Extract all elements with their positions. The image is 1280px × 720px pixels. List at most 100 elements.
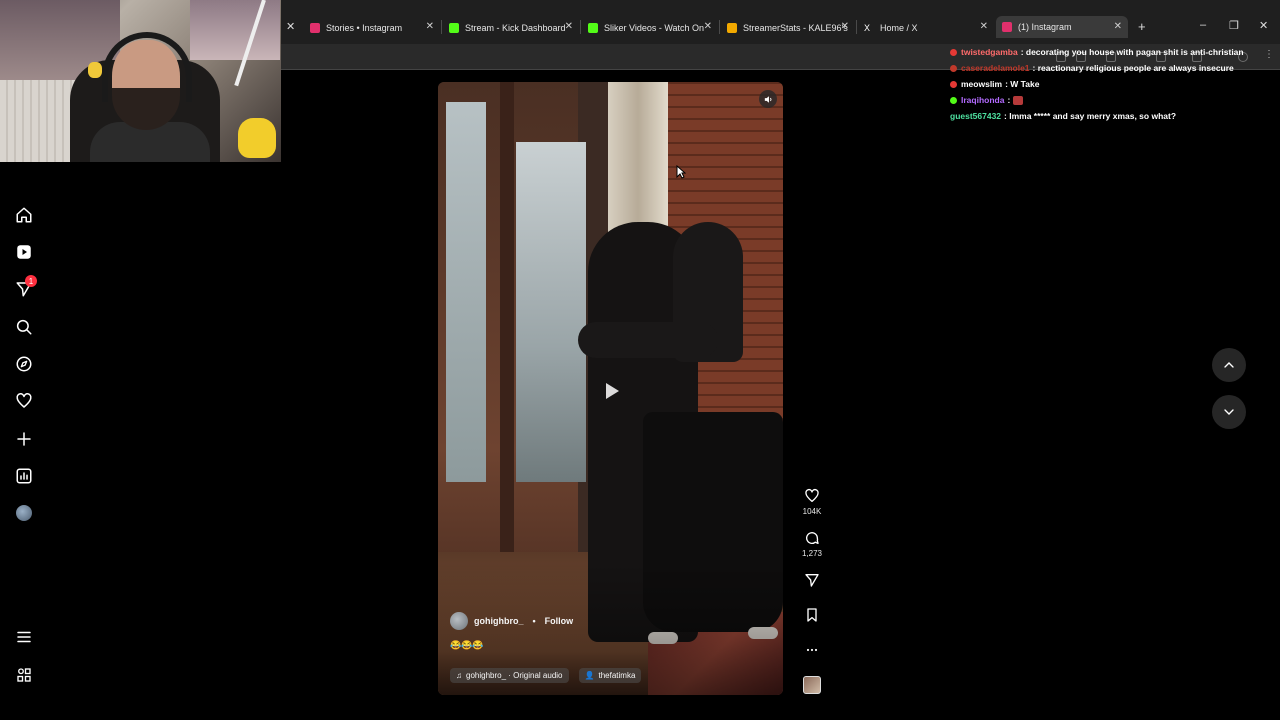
chat-badge-icon <box>950 80 957 88</box>
chat-username: twistedgamba <box>961 47 1018 57</box>
comment-count: 1,273 <box>801 549 823 558</box>
bar-chart-icon <box>727 23 737 33</box>
more-options-action[interactable] <box>800 642 824 661</box>
nav-also-from-meta[interactable] <box>13 664 35 686</box>
nav-create[interactable] <box>13 428 35 450</box>
more-horizontal-icon <box>806 648 818 652</box>
kick-icon <box>588 23 598 33</box>
share-action[interactable] <box>800 572 824 591</box>
close-icon[interactable]: ✕ <box>565 21 573 32</box>
tab-kick-dashboard[interactable]: Stream - Kick Dashboard ✕ <box>449 18 573 38</box>
chat-emote-icon <box>1013 95 1024 105</box>
separator-dot: • <box>532 616 536 626</box>
tab-stories-instagram[interactable]: Stories • Instagram ✕ <box>310 18 434 38</box>
tab-title: (1) Instagram <box>1018 22 1072 32</box>
nav-dashboard[interactable] <box>13 465 35 487</box>
follow-button[interactable]: Follow <box>545 616 574 626</box>
nav-notifications[interactable] <box>13 390 35 412</box>
tagged-user-link[interactable]: 👤 thefatimka <box>578 668 642 683</box>
author-username[interactable]: gohighbro_ <box>474 616 524 626</box>
original-audio-link[interactable]: ♫ gohighbro_ · Original audio <box>450 668 569 683</box>
nav-more-menu[interactable] <box>13 626 35 648</box>
heart-icon <box>16 393 32 408</box>
kick-icon <box>449 23 459 33</box>
tab-title: Home / X <box>880 23 918 33</box>
instagram-icon <box>1002 22 1012 32</box>
chat-message: meowslim : W Take <box>950 76 1270 92</box>
close-icon[interactable]: ✕ <box>426 21 434 32</box>
minimize-icon[interactable]: – <box>1200 19 1206 31</box>
chat-badge-icon <box>950 64 957 72</box>
nav-profile[interactable] <box>13 502 35 524</box>
chat-text: : W Take <box>1005 79 1040 89</box>
instagram-page: 1 gohighbro_ • Follow 😂😂😂 ♫ gohighbro_ ·… <box>0 70 1280 720</box>
speaker-icon <box>764 95 771 103</box>
nav-explore[interactable] <box>13 353 35 375</box>
heart-icon <box>805 488 819 502</box>
instagram-icon <box>310 23 320 33</box>
close-icon[interactable]: ✕ <box>980 21 988 32</box>
reel-meta-row: ♫ gohighbro_ · Original audio 👤 thefatim… <box>450 668 642 683</box>
close-icon[interactable]: ✕ <box>841 21 849 32</box>
play-button[interactable] <box>598 378 624 404</box>
chat-text: : <box>1007 95 1011 105</box>
chat-username: guest567432 <box>950 111 1002 121</box>
search-icon <box>16 319 32 335</box>
chevron-down-icon <box>1224 409 1234 415</box>
reels-icon <box>17 245 31 259</box>
author-avatar[interactable] <box>450 612 468 630</box>
chat-badge-icon <box>950 96 957 104</box>
previous-reel-button[interactable] <box>1212 348 1246 382</box>
share-icon <box>805 574 819 587</box>
close-icon[interactable]: ✕ <box>1114 21 1122 32</box>
nav-search[interactable] <box>13 316 35 338</box>
chat-text: : reactionary religious people are alway… <box>1032 63 1234 73</box>
tab-title: StreamerStats - KALE96's <box>743 23 848 33</box>
mute-toggle-button[interactable] <box>759 90 777 108</box>
x-logo-icon: X <box>864 23 871 33</box>
nav-reels[interactable] <box>13 241 35 263</box>
reel-video[interactable]: gohighbro_ • Follow 😂😂😂 ♫ gohighbro_ · O… <box>438 82 783 695</box>
chat-message: guest567432 : Imma ***** and say merry x… <box>950 108 1270 124</box>
pikachu-plush <box>238 118 276 158</box>
save-action[interactable] <box>800 607 824 626</box>
webcam-overlay <box>0 0 281 162</box>
tab-home-x[interactable]: X Home / X ✕ <box>864 18 988 38</box>
chat-message: caseradelamole1 : reactionary religious … <box>950 60 1270 76</box>
chat-username: Iraqihonda <box>961 95 1005 105</box>
chevron-up-icon <box>1224 362 1234 368</box>
tab-title: Stories • Instagram <box>326 23 403 33</box>
tab-instagram-active[interactable]: (1) Instagram ✕ <box>996 16 1128 38</box>
chat-text: : Imma ***** and say merry xmas, so what… <box>1004 111 1177 121</box>
new-tab-button[interactable]: + <box>1138 19 1146 34</box>
profile-avatar <box>16 505 32 521</box>
close-icon[interactable]: ✕ <box>286 20 295 33</box>
audio-thumbnail[interactable] <box>803 676 821 694</box>
tab-title: Sliker Videos - Watch On <box>604 23 705 33</box>
stream-chat-overlay: twistedgamba : decorating you house with… <box>950 44 1270 124</box>
home-icon <box>16 207 32 223</box>
bookmark-icon <box>807 608 817 622</box>
like-count: 104K <box>802 507 822 516</box>
chat-username: meowslim <box>961 79 1003 89</box>
restore-icon[interactable]: ❐ <box>1229 19 1239 32</box>
tab-title: Stream - Kick Dashboard <box>465 23 566 33</box>
person-icon: 👤 <box>584 671 595 680</box>
tagged-username: thefatimka <box>598 671 636 680</box>
next-reel-button[interactable] <box>1212 395 1246 429</box>
dashboard-icon <box>16 468 32 484</box>
nav-home[interactable] <box>13 204 35 226</box>
tab-sliker-videos[interactable]: Sliker Videos - Watch On ✕ <box>588 18 712 38</box>
chat-message: twistedgamba : decorating you house with… <box>950 44 1270 60</box>
comment-action[interactable]: 1,273 <box>800 530 824 558</box>
like-action[interactable]: 104K <box>800 488 824 516</box>
window-close-icon[interactable]: ✕ <box>1259 19 1268 32</box>
music-note-icon: ♫ <box>456 671 462 680</box>
chat-text: : decorating you house with pagan shit i… <box>1020 47 1244 57</box>
chat-message: Iraqihonda : <box>950 92 1270 108</box>
nav-messages[interactable]: 1 <box>13 275 37 300</box>
mouse-cursor-icon <box>676 165 686 179</box>
menu-icon <box>17 631 31 643</box>
close-icon[interactable]: ✕ <box>704 21 712 32</box>
tab-streamerstats[interactable]: StreamerStats - KALE96's ✕ <box>727 18 849 38</box>
